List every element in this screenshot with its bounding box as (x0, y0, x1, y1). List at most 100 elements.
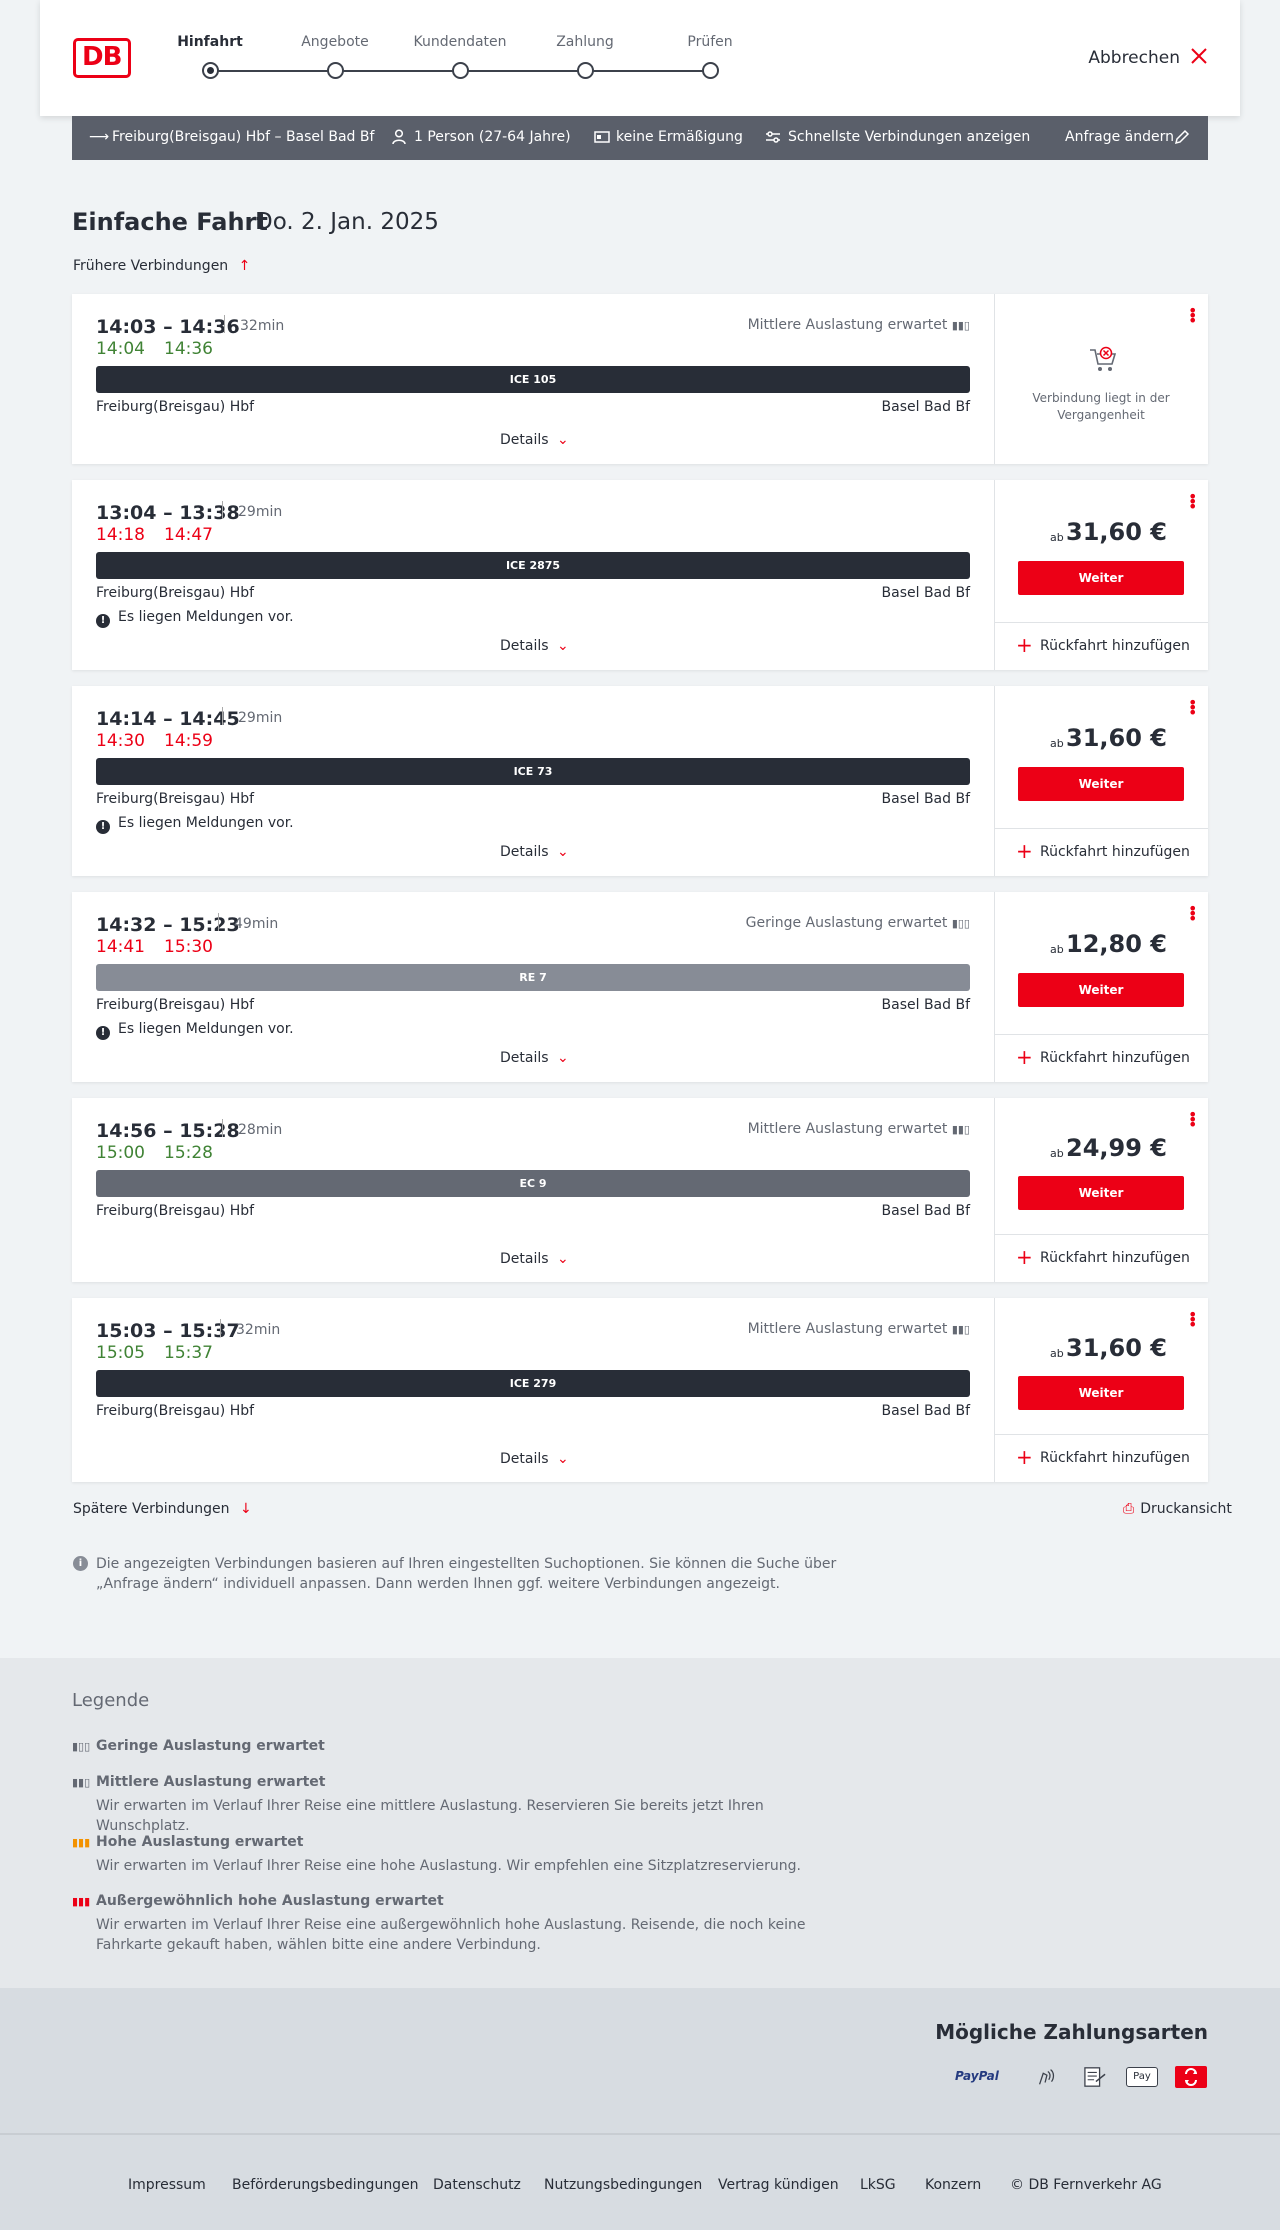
details-label: Details (500, 1251, 549, 1267)
load-medium-icon: ▮▮▯ (951, 1323, 970, 1336)
options-icon (766, 131, 780, 143)
step-zahlung: Zahlung (556, 34, 614, 50)
footer-link-impressum[interactable]: Impressum (128, 2177, 206, 2193)
more-options-icon[interactable]: • • • (1188, 1107, 1197, 1133)
edit-icon[interactable] (1174, 129, 1190, 145)
realtime-departure: 14:41 (96, 937, 145, 957)
plus-icon: + (1016, 1445, 1033, 1469)
message-notice[interactable]: ! Es liegen Meldungen vor. (96, 609, 294, 628)
route-summary: Freiburg(Breisgau) Hbf – Basel Bad Bf (112, 129, 375, 145)
continue-button[interactable]: Weiter (1018, 1376, 1184, 1410)
continue-button[interactable]: Weiter (1018, 973, 1184, 1007)
payment-title: Mögliche Zahlungsarten (935, 2020, 1208, 2044)
step-dot-hinfahrt (202, 62, 219, 79)
load-high-icon: ▮▮▮ (72, 1836, 91, 1849)
legend-item-text: Wir erwarten im Verlauf Ihrer Reise eine… (96, 1917, 806, 1953)
connection-card-3[interactable]: 14:14 – 14:45 29min 14:30 14:59 ICE 73 F… (72, 686, 1208, 876)
load-medium-icon: ▮▮▯ (951, 319, 970, 332)
load-extreme-icon: ▮▮▮ (72, 1895, 91, 1908)
load-low-icon: ▮▯▯ (951, 917, 970, 930)
departure-station: Freiburg(Breisgau) Hbf (96, 1203, 255, 1219)
separator (224, 315, 225, 333)
step-kundendaten: Kundendaten (413, 34, 507, 50)
load-indicator: Geringe Auslastung erwartet ▮▯▯ (746, 915, 970, 931)
add-return-label: Rückfahrt hinzufügen (1040, 1450, 1190, 1466)
search-summary-bar: ⟶ Freiburg(Breisgau) Hbf – Basel Bad Bf … (72, 116, 1208, 160)
add-return-button[interactable]: + Rückfahrt hinzufügen (994, 1434, 1208, 1482)
price-prefix: ab (1050, 1347, 1064, 1360)
load-medium-icon: ▮▮▯ (72, 1776, 91, 1789)
connection-card-1[interactable]: 14:03 – 14:36 32min Mittlere Auslastung … (72, 294, 1208, 464)
past-connection-note: Verbindung liegt in der Vergangenheit (1032, 391, 1170, 422)
load-medium-icon: ▮▮▯ (951, 1123, 970, 1136)
separator (222, 707, 223, 725)
chevron-down-icon: ⌄ (557, 1050, 569, 1066)
print-view-link[interactable]: ⎙ Druckansicht (1123, 1501, 1232, 1517)
more-options-icon[interactable]: • • • (1188, 489, 1197, 515)
footer-link-datenschutz[interactable]: Datenschutz (433, 2177, 521, 2193)
footer-link-konzern[interactable]: Konzern (925, 2177, 981, 2193)
details-toggle[interactable]: Details ⌄ (500, 432, 569, 448)
price: 12,80 € (1066, 930, 1167, 958)
realtime-departure: 15:05 (96, 1343, 145, 1363)
step-pruefen: Prüfen (687, 34, 733, 50)
connection-card-2[interactable]: 13:04 – 13:38 29min 14:18 14:47 ICE 2875… (72, 480, 1208, 670)
cancel-button[interactable]: Abbrechen (1088, 48, 1180, 68)
separator (220, 1319, 221, 1337)
earlier-connections-link[interactable]: Frühere Verbindungen ↑ (73, 258, 250, 274)
details-toggle[interactable]: Details ⌄ (500, 844, 569, 860)
continue-button[interactable]: Weiter (1018, 767, 1184, 801)
legend-item-low: ▮▯▯ Geringe Auslastung erwartet (72, 1738, 325, 1754)
price-prefix: ab (1050, 531, 1064, 544)
earlier-connections-label: Frühere Verbindungen (73, 258, 229, 274)
details-toggle[interactable]: Details ⌄ (500, 1050, 569, 1066)
more-options-icon[interactable]: • • • (1188, 901, 1197, 927)
message-notice[interactable]: ! Es liegen Meldungen vor. (96, 815, 294, 834)
details-toggle[interactable]: Details ⌄ (500, 638, 569, 654)
realtime-departure: 14:30 (96, 731, 145, 751)
legend-section: Legende ▮▯▯ Geringe Auslastung erwartet … (0, 1658, 1280, 1988)
continue-button[interactable]: Weiter (1018, 1176, 1184, 1210)
connection-card-6[interactable]: 15:03 – 15:37 32min Mittlere Auslastung … (72, 1298, 1208, 1482)
connection-card-5[interactable]: 14:56 – 15:28 28min Mittlere Auslastung … (72, 1098, 1208, 1282)
later-connections-link[interactable]: Spätere Verbindungen ↓ (73, 1501, 252, 1517)
departure-station: Freiburg(Breisgau) Hbf (96, 1403, 255, 1419)
continue-button[interactable]: Weiter (1018, 561, 1184, 595)
separator (218, 913, 219, 931)
add-return-button[interactable]: + Rückfahrt hinzufügen (994, 1034, 1208, 1082)
sepa-invoice-icon (1084, 2067, 1106, 2087)
footer-link-lksg[interactable]: LkSG (860, 2177, 896, 2193)
price-prefix: ab (1050, 943, 1064, 956)
arrival-station: Basel Bad Bf (881, 1203, 970, 1219)
arrival-station: Basel Bad Bf (881, 997, 970, 1013)
add-return-button[interactable]: + Rückfahrt hinzufügen (994, 622, 1208, 670)
add-return-button[interactable]: + Rückfahrt hinzufügen (994, 1234, 1208, 1282)
details-toggle[interactable]: Details ⌄ (500, 1251, 569, 1267)
price: 24,99 € (1066, 1134, 1167, 1162)
legend-item-title: Hohe Auslastung erwartet (96, 1834, 304, 1850)
alert-icon: ! (96, 614, 110, 628)
info-note: i Die angezeigten Verbindungen basieren … (73, 1554, 853, 1594)
more-options-icon[interactable]: • • • (1188, 1307, 1197, 1333)
add-return-button[interactable]: + Rückfahrt hinzufügen (994, 828, 1208, 876)
train-bar: RE 7 (96, 964, 970, 991)
duration: 32min (240, 318, 285, 334)
arrival-station: Basel Bad Bf (881, 1403, 970, 1419)
db-logo[interactable]: DB (73, 38, 131, 78)
step-dot-kundendaten (452, 62, 469, 79)
footer-link-vertrag-kuendigen[interactable]: Vertrag kündigen (718, 2177, 839, 2193)
message-notice[interactable]: ! Es liegen Meldungen vor. (96, 1021, 294, 1040)
change-request-button[interactable]: Anfrage ändern (1065, 129, 1174, 145)
connection-card-4[interactable]: 14:32 – 15:23 49min Geringe Auslastung e… (72, 892, 1208, 1082)
footer-copyright: © DB Fernverkehr AG (1010, 2177, 1162, 2193)
departure-station: Freiburg(Breisgau) Hbf (96, 585, 255, 601)
details-toggle[interactable]: Details ⌄ (500, 1451, 569, 1467)
close-icon[interactable] (1189, 46, 1209, 66)
arrow-right-icon: ⟶ (89, 129, 110, 145)
footer-link-befoerderungsbedingungen[interactable]: Beförderungsbedingungen (232, 2177, 419, 2193)
more-options-icon[interactable]: • • • (1188, 695, 1197, 721)
footer-link-nutzungsbedingungen[interactable]: Nutzungsbedingungen (544, 2177, 702, 2193)
details-label: Details (500, 432, 549, 448)
planned-times: 14:56 – 15:28 (96, 1120, 240, 1142)
more-options-icon[interactable]: • • • (1188, 303, 1197, 329)
